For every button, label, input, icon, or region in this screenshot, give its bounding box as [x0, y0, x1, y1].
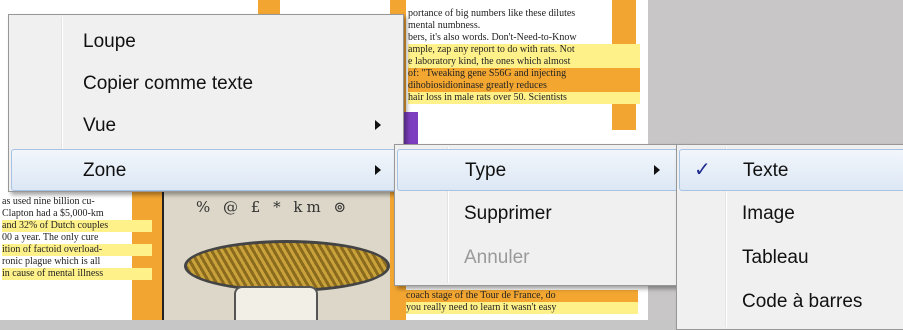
- menu-item-annuler: Annuler: [397, 237, 683, 279]
- menu-item-label: Texte: [743, 160, 789, 181]
- document-text-block: portance of big numbers like these dilut…: [408, 8, 640, 104]
- menu-item-label: Tableau: [742, 247, 809, 268]
- chevron-right-icon: [375, 120, 381, 130]
- text-line: ample, zap any report to do with rats. N…: [408, 44, 640, 56]
- text-line: e laboratory kind, the ones which almost: [408, 56, 640, 68]
- menu-item-tableau[interactable]: Tableau: [679, 237, 903, 279]
- menu-item-label: Zone: [83, 160, 127, 181]
- context-menu-main: Loupe Copier comme texte Vue Zone: [8, 14, 404, 192]
- menu-item-copier-texte[interactable]: Copier comme texte: [11, 63, 401, 105]
- menu-item-supprimer[interactable]: Supprimer: [397, 193, 683, 235]
- text-line: ronic plague which is all: [2, 256, 101, 267]
- text-line: ition of factoid overload-: [2, 244, 152, 256]
- menu-item-zone[interactable]: Zone: [11, 149, 401, 191]
- chevron-right-icon: [654, 165, 660, 175]
- text-line: bers, it's also words. Don't-Need-to-Kno…: [408, 32, 577, 43]
- document-text-block: as used nine billion cu- Clapton had a $…: [2, 196, 152, 280]
- menu-item-image[interactable]: Image: [679, 193, 903, 235]
- text-line: coach stage of the Tour de France, do: [406, 290, 638, 302]
- menu-item-loupe[interactable]: Loupe: [11, 21, 401, 63]
- text-line: as used nine billion cu-: [2, 196, 95, 207]
- menu-item-label: Annuler: [464, 247, 530, 268]
- text-line: 00 a year. The only cure: [2, 232, 99, 243]
- menu-item-type[interactable]: Type: [397, 149, 683, 191]
- check-mark-icon: ✓: [694, 157, 711, 181]
- menu-item-label: Code à barres: [742, 291, 863, 312]
- text-line: Clapton had a $5,000-km: [2, 208, 104, 219]
- menu-item-label: Type: [465, 160, 507, 181]
- text-line: you really need to learn it wasn't easy: [406, 302, 638, 314]
- text-line: portance of big numbers like these dilut…: [408, 8, 576, 19]
- menu-item-label: Copier comme texte: [83, 73, 254, 94]
- menu-item-label: Supprimer: [464, 203, 552, 224]
- text-line: dihobiosidioninase greatly reduces: [408, 80, 640, 92]
- chevron-right-icon: [375, 165, 381, 175]
- highlight-block: [402, 112, 418, 146]
- text-line: hair loss in male rats over 50. Scientis…: [408, 92, 640, 104]
- context-menu-type: ✓ Texte Image Tableau Code à barres: [676, 144, 903, 330]
- text-line: in cause of mental illness: [2, 268, 152, 280]
- menu-item-texte[interactable]: ✓ Texte: [679, 149, 903, 191]
- text-line: and 32% of Dutch couples: [2, 220, 152, 232]
- menu-item-vue[interactable]: Vue: [11, 105, 401, 147]
- menu-item-code-barres[interactable]: Code à barres: [679, 281, 903, 323]
- menu-item-label: Loupe: [83, 31, 136, 52]
- menu-item-label: Vue: [83, 115, 117, 136]
- illustration-glyphs: % @ £ * km ⊚: [196, 198, 351, 216]
- menu-item-label: Image: [742, 203, 795, 224]
- text-line: of: "Tweaking gene S56G and injecting: [408, 68, 640, 80]
- context-menu-zone: Type Supprimer Annuler: [394, 144, 686, 286]
- document-text-block: coach stage of the Tour de France, do yo…: [406, 290, 638, 314]
- illustration-bowl: [184, 240, 390, 292]
- text-line: mental numbness.: [408, 20, 481, 31]
- document-illustration: % @ £ * km ⊚: [162, 188, 390, 320]
- illustration-figure: [234, 286, 318, 320]
